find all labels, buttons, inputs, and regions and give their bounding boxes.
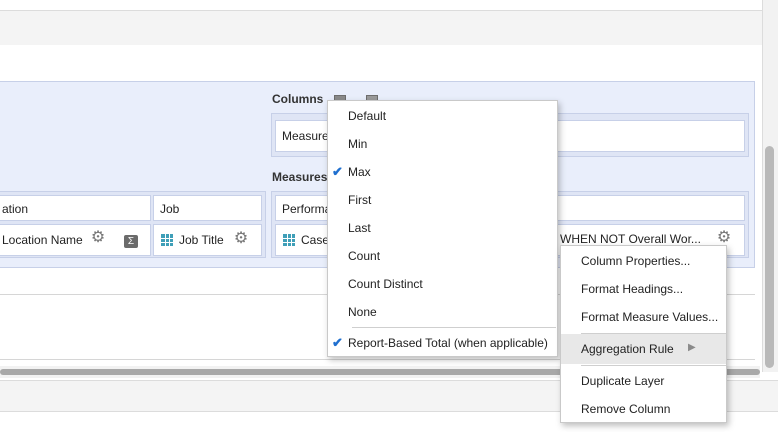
menu-item-format-headings[interactable]: Format Headings... — [581, 275, 683, 303]
menu-item-min[interactable]: Min — [348, 130, 367, 158]
menu-item-last[interactable]: Last — [348, 214, 371, 242]
menu-item-column-properties[interactable]: Column Properties... — [581, 247, 690, 275]
menu-item-none[interactable]: None — [348, 298, 377, 326]
columns-label: Columns — [272, 92, 324, 106]
submenu-arrow-icon: ▶ — [688, 342, 696, 353]
columns-item-label: Measure — [282, 129, 329, 143]
rows-item-location-label: Location Name — [2, 233, 83, 247]
menu-item-default[interactable]: Default — [348, 102, 386, 130]
sigma-icon[interactable]: Σ — [124, 235, 138, 248]
gear-icon[interactable]: ⚙ — [90, 230, 106, 246]
check-icon: ✔ — [332, 164, 343, 179]
menu-item-format-measure-values[interactable]: Format Measure Values... — [581, 303, 718, 331]
gear-icon[interactable]: ⚙ — [716, 230, 732, 246]
rows-header-job[interactable]: Job — [153, 195, 262, 221]
menu-item-report-based-total[interactable]: Report-Based Total (when applicable) — [348, 329, 548, 357]
menu-item-count[interactable]: Count — [348, 242, 380, 270]
menu-separator — [352, 327, 556, 328]
measures-item-case-label: Case — [301, 233, 330, 247]
measures-label: Measures — [272, 170, 328, 184]
menu-item-remove-column[interactable]: Remove Column — [581, 395, 670, 423]
measures-item-expression-label: e WHEN NOT Overall Wor... — [550, 232, 701, 246]
menu-item-duplicate-layer[interactable]: Duplicate Layer — [581, 367, 664, 395]
check-icon: ✔ — [332, 335, 343, 350]
rows-header-location[interactable]: ation — [0, 195, 151, 221]
rows-item-job-label: Job Title — [179, 233, 224, 247]
menu-item-count-distinct[interactable]: Count Distinct — [348, 270, 423, 298]
grid-icon — [161, 234, 173, 246]
menu-item-max[interactable]: Max — [348, 158, 371, 186]
gear-icon[interactable]: ⚙ — [233, 231, 249, 247]
toolbar-strip — [0, 10, 766, 45]
column-context-menu: Column Properties... Format Headings... … — [560, 245, 727, 423]
menu-item-aggregation-rule[interactable]: Aggregation Rule — [581, 335, 674, 363]
aggregation-rule-submenu: Default Min ✔ Max First Last Count Count… — [327, 100, 558, 357]
vertical-scrollbar-thumb[interactable] — [765, 146, 774, 368]
menu-item-first[interactable]: First — [348, 186, 371, 214]
grid-icon — [283, 234, 295, 246]
menu-separator — [581, 365, 726, 366]
